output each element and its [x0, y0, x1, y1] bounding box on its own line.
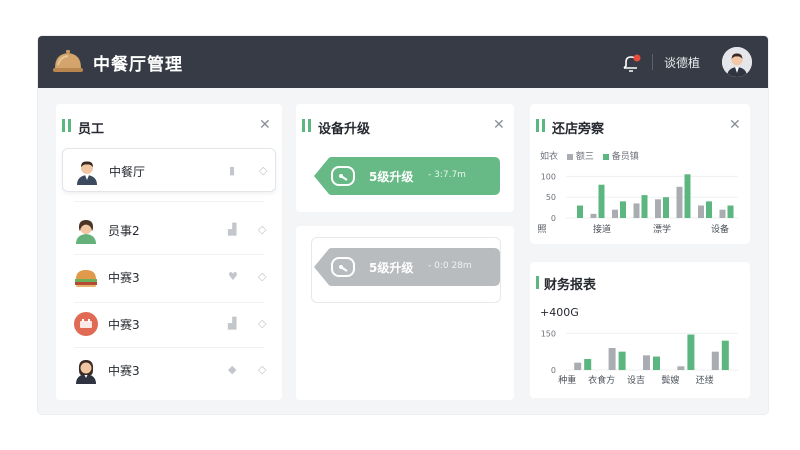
- x-tick-label: 设吉: [627, 375, 645, 386]
- chef-woman-avatar-icon: [76, 220, 96, 244]
- user-avatar[interactable]: [722, 47, 752, 77]
- bar: [577, 205, 583, 218]
- section-bars-icon: [302, 119, 314, 132]
- x-tick-label: 鬓嫂: [661, 374, 679, 386]
- x-tick-label: 照: [537, 224, 546, 235]
- man-avatar-icon: [77, 161, 97, 185]
- x-tick-label: 接道: [593, 223, 611, 235]
- employee-item[interactable]: 中赛3 ♥ ◇: [62, 255, 276, 299]
- finance-card: 财务报表 +400G 0 150 种重 衣食方 设吉 鬓嫂 还缕: [530, 262, 750, 398]
- employee-item[interactable]: 中餐厅 ▮ ◇: [62, 148, 276, 192]
- employees-card-title: 员工: [78, 122, 105, 137]
- bar: [612, 209, 618, 218]
- app-window: 中餐厅管理 谈德植 员工 ✕ 中餐厅 ▮ ◇ 员事2 ▟ ◇ 中赛3 ♥ ◇ 中…: [38, 36, 768, 414]
- employee-item[interactable]: 中赛3 ▟ ◇: [62, 302, 276, 346]
- x-tick-label: 还缕: [696, 374, 714, 386]
- upgrade-time: - 3:7.7m: [428, 170, 466, 180]
- bar: [641, 195, 648, 218]
- close-icon[interactable]: ✕: [259, 117, 271, 133]
- employee-name: 中赛3: [108, 271, 140, 285]
- employee-name: 中赛3: [108, 364, 140, 378]
- bar: [684, 174, 691, 218]
- device-upgrade-card: 设备升级 ✕ 5级升级 - 3:7.7m: [296, 104, 514, 212]
- bar: [719, 209, 726, 218]
- upgrade-button-green[interactable]: 5级升级 - 3:7.7m: [314, 157, 500, 195]
- upgrade-time: - 0:0 28m: [428, 261, 472, 271]
- user-name[interactable]: 谈德植: [664, 54, 700, 71]
- bar: [655, 199, 661, 218]
- y-tick-label: 0: [551, 214, 556, 223]
- trash-icon[interactable]: ▮: [229, 164, 235, 177]
- woman-avatar-icon: [76, 360, 96, 384]
- upgrade-label: 5级升级: [369, 261, 414, 275]
- employee-item[interactable]: 中赛3 ◆ ◇: [62, 348, 276, 392]
- bar: [574, 362, 582, 370]
- employee-name: 中赛3: [108, 318, 140, 332]
- divider: [74, 201, 264, 202]
- upgrade-button-gray[interactable]: 5级升级 - 0:0 28m: [314, 248, 500, 286]
- bar: [653, 356, 660, 370]
- employee-name: 中餐厅: [109, 165, 146, 179]
- device-upgrade-card-2: 5级升级 - 0:0 28m: [296, 226, 514, 400]
- bar: [620, 201, 626, 218]
- gauge-icon: [331, 166, 355, 186]
- shop-chart-card: 还店旁察 ✕ 如衣 额三 备员镇 0 50 100 照接道 漂学 设备: [530, 104, 750, 244]
- tag-icon[interactable]: ◇: [258, 223, 266, 236]
- bar: [727, 205, 734, 218]
- y-tick-label: 100: [541, 172, 556, 181]
- y-tick-label: 150: [541, 329, 556, 338]
- employees-card: 员工 ✕ 中餐厅 ▮ ◇ 员事2 ▟ ◇ 中赛3 ♥ ◇ 中赛3 ▟ ◇ 中赛3…: [56, 104, 282, 400]
- bar: [618, 351, 626, 370]
- tag-icon[interactable]: ◇: [258, 363, 266, 376]
- x-tick-label: 种重: [558, 374, 576, 386]
- x-tick-label: 衣食方: [588, 374, 615, 386]
- man-avatar-icon: [722, 47, 752, 77]
- y-tick-label: 50: [546, 193, 556, 202]
- tag-icon[interactable]: ◇: [259, 164, 267, 177]
- device-card-title: 设备升级: [318, 122, 371, 137]
- bar: [721, 340, 729, 370]
- top-bar: 中餐厅管理 谈德植: [38, 36, 768, 88]
- bar: [663, 197, 669, 218]
- tag-icon[interactable]: ◇: [258, 270, 266, 283]
- cloche-logo-icon: [53, 50, 83, 72]
- bar: [584, 359, 592, 370]
- chart-icon[interactable]: ▟: [228, 317, 236, 330]
- bar: [677, 366, 685, 370]
- heart-icon[interactable]: ♥: [228, 270, 238, 283]
- upgrade-label: 5级升级: [369, 170, 414, 184]
- bar: [711, 351, 719, 370]
- food-dish-avatar-icon: [75, 270, 97, 287]
- y-tick-label: 0: [551, 366, 556, 375]
- employee-name: 员事2: [108, 224, 140, 238]
- bar: [687, 334, 695, 370]
- bar: [608, 348, 616, 370]
- orange-badge-avatar-icon: [74, 312, 98, 336]
- tag-icon[interactable]: ◇: [258, 317, 266, 330]
- header-divider: [652, 54, 653, 70]
- bar: [676, 186, 683, 218]
- bar: [698, 205, 704, 218]
- chart-icon[interactable]: ▟: [228, 223, 236, 236]
- finance-bar-chart: 0 150 种重 衣食方 设吉 鬓嫂 还缕: [541, 329, 738, 386]
- diamond-icon[interactable]: ◆: [228, 363, 236, 376]
- bar: [706, 201, 712, 218]
- employee-item[interactable]: 员事2 ▟ ◇: [62, 208, 276, 252]
- gauge-icon: [331, 257, 355, 277]
- close-icon[interactable]: ✕: [493, 117, 505, 133]
- shop-bar-chart: 0 50 100 照 接道 漂学 设备: [537, 172, 738, 235]
- bell-icon[interactable]: [620, 52, 642, 74]
- x-tick-label: 漂学: [653, 223, 671, 235]
- x-tick-label: 设备: [711, 223, 729, 235]
- section-bars-icon: [62, 119, 74, 132]
- bar: [633, 203, 640, 218]
- bar: [598, 184, 605, 218]
- app-title: 中餐厅管理: [93, 55, 183, 75]
- bar: [590, 213, 597, 218]
- bar: [643, 355, 650, 370]
